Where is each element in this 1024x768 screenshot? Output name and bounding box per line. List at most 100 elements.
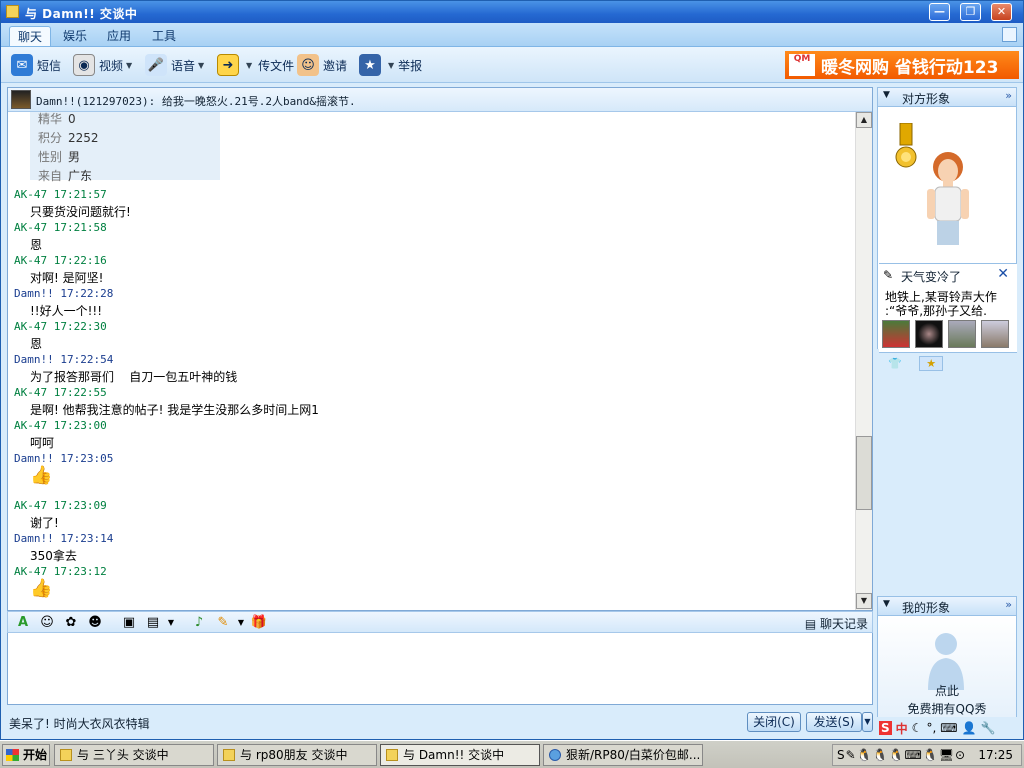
wrench-icon[interactable]: 🔧: [981, 721, 996, 735]
scrawl-dropdown-icon[interactable]: ▼: [232, 614, 250, 632]
taskbar-item-label: 狠新/RP80/白菜价包邮...: [566, 748, 701, 762]
news-thumbnail[interactable]: [915, 320, 943, 348]
my-image-header[interactable]: ▼ 我的形象 »: [877, 596, 1017, 616]
punctuation-icon[interactable]: °,: [926, 721, 936, 735]
message-list[interactable]: 精华 0 积分 2252 性别男 来自 广东 AK-47 17:21:57 只要货没问…: [8, 112, 855, 610]
shake-icon[interactable]: ☻: [86, 614, 104, 632]
history-label: 聊天记录: [819, 617, 868, 631]
taskbar-item[interactable]: 与 rp80朋友 交谈中: [217, 744, 377, 766]
report-dropdown-icon[interactable]: ▼: [388, 61, 394, 70]
voice-button[interactable]: 🎤 语音 ▼: [145, 53, 204, 77]
taskbar-item-active[interactable]: 与 Damn!! 交谈中: [380, 744, 540, 766]
my-image-panel[interactable]: 点此 免费拥有QQ秀: [877, 616, 1017, 717]
chat-history-pane: Damn!!(121297023): 给我一晚怒火.21号.2人band&摇滚节…: [7, 87, 873, 611]
sms-label: 短信: [37, 58, 62, 73]
message-text: 是啊! 他帮我注意的帖子! 我是学生没那么多时间上网1: [30, 403, 319, 417]
screenshot-icon[interactable]: ▣: [120, 614, 138, 632]
font-icon[interactable]: A: [14, 614, 32, 632]
taskbar-item-label: 与 rp80朋友 交谈中: [240, 748, 348, 762]
message-header: Damn!! 17:23:05: [14, 452, 114, 465]
taskbar: 开始 与 三丫头 交谈中 与 rp80朋友 交谈中 与 Damn!! 交谈中 狠…: [0, 740, 1024, 768]
tab-apps[interactable]: 应用: [99, 26, 139, 46]
moon-icon[interactable]: ☾: [912, 721, 923, 735]
send-file-label: 传文件: [258, 58, 295, 73]
taskbar-item[interactable]: 狠新/RP80/白菜价包邮...: [543, 744, 703, 766]
click-here-label[interactable]: 点此: [878, 682, 1016, 699]
file-dropdown-icon[interactable]: ▼: [246, 61, 252, 70]
qq-window-icon: [60, 749, 72, 761]
their-image-header[interactable]: ▼ 对方形象 »: [877, 87, 1017, 107]
music-icon[interactable]: ♪: [190, 614, 208, 632]
maximize-button[interactable]: ❐: [960, 3, 981, 21]
expand-icon[interactable]: »: [1005, 89, 1012, 102]
gift-icon[interactable]: 🎁: [250, 614, 268, 632]
send-button[interactable]: 发送(S): [806, 712, 862, 732]
tab-entertainment[interactable]: 娱乐: [55, 26, 95, 46]
send-file-button[interactable]: ➜ ▼ 传文件: [217, 53, 294, 77]
tray-icons[interactable]: S✎🐧🐧🐧⌨🐧🖥⊙: [837, 748, 966, 762]
clock[interactable]: 17:25: [978, 748, 1013, 762]
toolbar: ✉ 短信 ◉ 视频 ▼ 🎤 语音 ▼ ➜ ▼ 传文件 ☺ 邀请 ★ ▼ 举报 Q…: [1, 47, 1023, 83]
close-popup-icon[interactable]: ✕: [997, 266, 1009, 282]
ad-text-link[interactable]: 美呆了! 时尚大衣风衣特辑: [9, 715, 150, 732]
contact-avatar[interactable]: [11, 90, 31, 109]
qq-window-icon: [223, 749, 235, 761]
message-input[interactable]: [7, 633, 873, 705]
message-header: Damn!! 17:23:14: [14, 532, 114, 545]
weather-news-popup[interactable]: ✎ 天气变冷了 ✕ 地铁上,某哥铃声大作 :“爷爷,那孙子又给.: [879, 263, 1017, 353]
message-header: AK-47 17:22:55: [14, 386, 107, 399]
user-icon[interactable]: 👤: [962, 721, 977, 735]
browser-icon: [549, 749, 561, 761]
taskbar-item[interactable]: 与 三丫头 交谈中: [54, 744, 214, 766]
contact-signature: Damn!!(121297023): 给我一晚怒火.21号.2人band&摇滚节…: [36, 95, 356, 108]
profile-row: 精华 0: [38, 112, 76, 126]
invite-button[interactable]: ☺ 邀请: [297, 53, 347, 77]
tab-chat[interactable]: 聊天: [9, 26, 52, 46]
news-thumbnail[interactable]: [948, 320, 976, 348]
start-button[interactable]: 开始: [2, 744, 50, 766]
voice-dropdown-icon[interactable]: ▼: [198, 61, 204, 70]
panel-toggle-button[interactable]: [1002, 27, 1017, 42]
taskbar-item-label: 与 三丫头 交谈中: [77, 748, 169, 762]
free-qq-show-label[interactable]: 免费拥有QQ秀: [878, 700, 1016, 717]
scrawl-icon[interactable]: ✎: [214, 614, 232, 632]
close-chat-button[interactable]: 关闭(C): [747, 712, 801, 732]
report-label: 举报: [398, 58, 423, 73]
scroll-down-icon[interactable]: ▼: [856, 593, 872, 609]
show-tabs: 👕 ★: [888, 356, 944, 371]
message-text: 对啊! 是阿坚!: [30, 271, 104, 285]
folder-icon: ➜: [217, 54, 239, 76]
keyboard-icon[interactable]: ⌨: [940, 721, 957, 735]
chat-scrollbar[interactable]: ▲ ▼: [855, 112, 872, 610]
clothes-icon[interactable]: 👕: [888, 357, 902, 370]
scroll-up-icon[interactable]: ▲: [856, 112, 872, 128]
chat-history-button[interactable]: ▤ 聊天记录: [805, 615, 868, 632]
qq-show-avatar[interactable]: [923, 151, 973, 245]
sms-button[interactable]: ✉ 短信: [11, 53, 61, 77]
taskbar-item-label: 与 Damn!! 交谈中: [403, 748, 505, 762]
message-text: 恩: [30, 238, 43, 252]
title-bar[interactable]: 与 Damn!! 交谈中 — ❐ ✕: [1, 1, 1023, 23]
thumbs-up-emoticon-icon: 👍: [30, 465, 53, 486]
image-dropdown-icon[interactable]: ▼: [162, 614, 180, 632]
emoticon-icon[interactable]: ☺: [38, 614, 56, 632]
news-thumbnail[interactable]: [882, 320, 910, 348]
video-button[interactable]: ◉ 视频 ▼: [73, 53, 132, 77]
report-button[interactable]: ★ ▼ 举报: [359, 53, 422, 77]
close-window-button[interactable]: ✕: [991, 3, 1012, 21]
video-dropdown-icon[interactable]: ▼: [126, 61, 132, 70]
sogou-icon[interactable]: S: [879, 721, 892, 735]
news-thumbnail[interactable]: [981, 320, 1009, 348]
minimize-button[interactable]: —: [929, 3, 950, 21]
star-icon[interactable]: ★: [919, 356, 944, 371]
expand-icon[interactable]: »: [1005, 598, 1012, 611]
banner-text: 暖冬网购 省钱行动123: [821, 57, 999, 78]
promo-banner[interactable]: QM 暖冬网购 省钱行动123: [785, 51, 1019, 79]
magic-emoticon-icon[interactable]: ✿: [62, 614, 80, 632]
send-image-icon[interactable]: ▤: [144, 614, 162, 632]
scroll-thumb[interactable]: [856, 436, 872, 510]
profile-card: 精华 0 积分 2252 性别男 来自 广东: [30, 112, 220, 183]
chinese-mode-icon[interactable]: 中: [896, 720, 908, 737]
tab-tools[interactable]: 工具: [144, 26, 184, 46]
send-options-dropdown-icon[interactable]: ▼: [862, 712, 873, 732]
